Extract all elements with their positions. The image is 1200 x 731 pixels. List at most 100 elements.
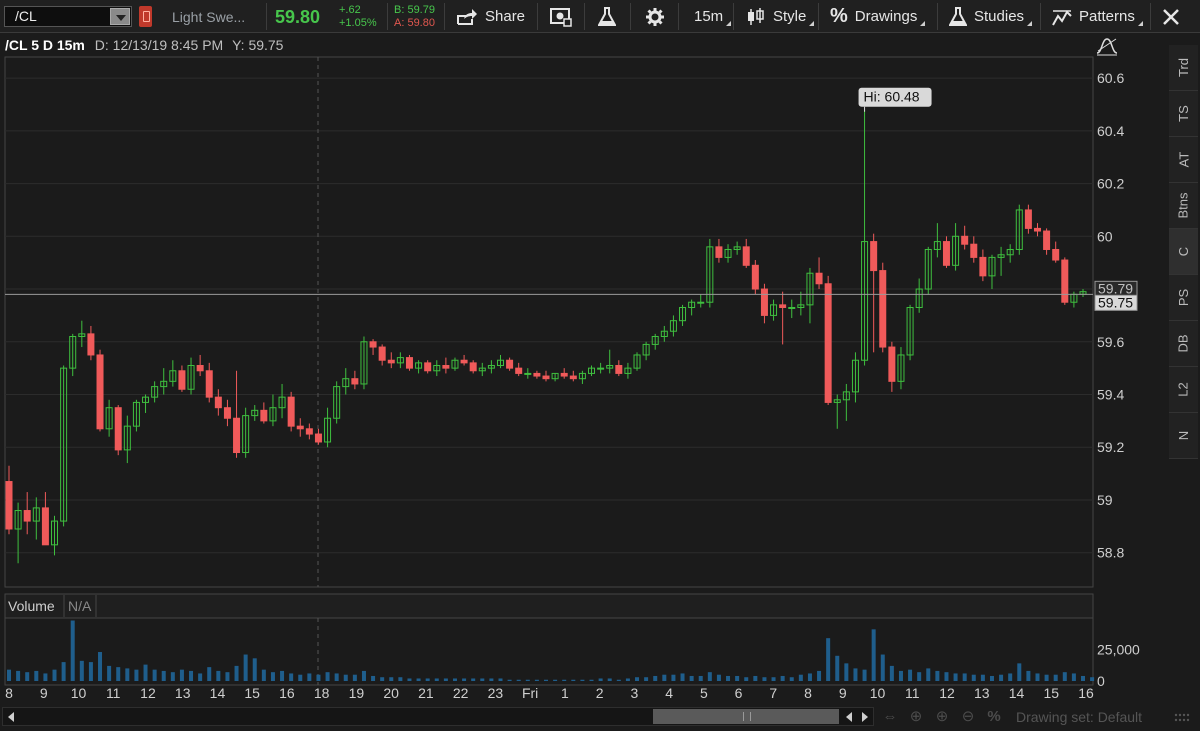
- zoom-in-icon[interactable]: ⊕: [932, 707, 952, 727]
- volume-bar: [170, 672, 175, 681]
- candle-down: [533, 372, 541, 377]
- x-tick-label: 14: [1009, 685, 1025, 701]
- share-icon: [457, 8, 477, 25]
- volume-bar: [70, 620, 75, 681]
- settings-button[interactable]: [645, 0, 665, 33]
- volume-bar: [753, 675, 758, 681]
- studies-label: Studies: [974, 8, 1025, 25]
- timeframe-label: 15m: [694, 8, 724, 25]
- chart-style-icon[interactable]: [1096, 36, 1118, 56]
- share-button[interactable]: Share: [456, 0, 525, 33]
- volume-bar: [889, 665, 894, 681]
- candle-down: [815, 272, 823, 285]
- scroll-right-icon[interactable]: [861, 712, 869, 722]
- volume-bar: [452, 678, 457, 681]
- volume-bar: [389, 677, 394, 681]
- candle-down: [469, 362, 477, 372]
- tab-ts[interactable]: TS: [1169, 91, 1198, 137]
- tab-label: PS: [1176, 288, 1191, 307]
- price-chart[interactable]: 60.660.460.26059.859.659.459.25958.859.7…: [0, 33, 1166, 705]
- candle-up: [697, 301, 705, 304]
- drawing-set-label[interactable]: Drawing set: Default: [1016, 709, 1142, 725]
- resize-grip-icon[interactable]: [1172, 712, 1194, 724]
- price-bubble-label: 59.75: [1098, 294, 1133, 310]
- x-tick-label: 21: [418, 685, 434, 701]
- candle-down: [351, 378, 359, 385]
- timeframe-button[interactable]: 15m: [694, 0, 732, 33]
- tab-l2[interactable]: L2: [1169, 367, 1198, 413]
- volume-bar: [34, 670, 39, 681]
- volume-bar: [462, 678, 467, 681]
- candle-down: [1033, 227, 1041, 232]
- candle-down: [233, 417, 241, 454]
- symbol-dropdown-button[interactable]: [110, 8, 130, 25]
- tab-at[interactable]: AT: [1169, 137, 1198, 183]
- x-tick-label: 6: [735, 685, 743, 701]
- candle-down: [424, 362, 432, 372]
- tab-n[interactable]: N: [1169, 413, 1198, 459]
- y-tick-label: 60.6: [1097, 70, 1124, 86]
- volume-bar: [425, 678, 430, 681]
- link-icon[interactable]: [139, 6, 152, 27]
- x-tick-label: 20: [383, 685, 399, 701]
- volume-tick-label: 0: [1097, 673, 1105, 689]
- volume-bar: [270, 672, 275, 681]
- volume-bar: [935, 670, 940, 681]
- volume-bar: [662, 674, 667, 681]
- volume-bar: [88, 662, 93, 681]
- tab-c[interactable]: C: [1169, 229, 1198, 275]
- tab-db[interactable]: DB: [1169, 321, 1198, 367]
- price-pane[interactable]: [4, 56, 1094, 588]
- volume-bar: [289, 673, 294, 681]
- x-tick-label: 13: [175, 685, 191, 701]
- candle-down: [979, 256, 987, 277]
- percent-icon[interactable]: %: [984, 707, 1004, 727]
- volume-bar: [953, 673, 958, 681]
- volume-bar: [580, 679, 585, 681]
- zoom-out-icon[interactable]: ⊖: [958, 707, 978, 727]
- candle-down: [506, 359, 514, 369]
- volume-bar: [1053, 674, 1058, 681]
- crosshair-icon[interactable]: ⊕: [906, 707, 926, 727]
- candle-down: [715, 246, 723, 258]
- x-tick-label: 19: [349, 685, 365, 701]
- drawings-button[interactable]: % Drawings: [830, 0, 926, 33]
- candle-down: [5, 481, 13, 530]
- candle-down: [96, 354, 104, 430]
- expand-icon[interactable]: ⇔: [880, 707, 900, 727]
- x-tick-label: 8: [5, 685, 13, 701]
- volume-bar: [908, 669, 913, 681]
- volume-bar: [562, 679, 567, 681]
- close-button[interactable]: [1160, 0, 1182, 33]
- volume-bar: [1017, 663, 1022, 681]
- tab-trd[interactable]: Trd: [1169, 45, 1198, 91]
- volume-bar: [589, 679, 594, 681]
- studies-button[interactable]: Studies: [949, 0, 1033, 33]
- candle-down: [178, 370, 186, 390]
- volume-bar: [525, 679, 530, 681]
- horizontal-scrollbar[interactable]: [2, 707, 874, 726]
- date-readout: D: 12/13/19 8:45 PM: [94, 37, 224, 53]
- candle-down: [751, 264, 759, 290]
- tab-ps[interactable]: PS: [1169, 275, 1198, 321]
- volume-bar: [125, 668, 130, 681]
- y-tick-label: 58.8: [1097, 545, 1124, 561]
- scroll-left-step-icon[interactable]: [845, 712, 853, 722]
- tab-btns[interactable]: Btns: [1169, 183, 1198, 229]
- candle-down: [569, 375, 577, 380]
- flask-button[interactable]: [598, 0, 616, 33]
- symbol-input[interactable]: /CL: [4, 6, 132, 27]
- volume-bar: [43, 673, 48, 681]
- style-button[interactable]: Style: [746, 0, 815, 33]
- snapshot-button[interactable]: [550, 0, 572, 33]
- volume-bar: [680, 673, 685, 681]
- scroll-left-icon[interactable]: [7, 712, 15, 722]
- candle-down: [442, 365, 450, 369]
- patterns-button[interactable]: Patterns: [1052, 0, 1143, 33]
- volume-bar: [698, 675, 703, 681]
- volume-bar: [152, 669, 157, 681]
- tab-label: TS: [1176, 105, 1191, 122]
- x-tick-label: 14: [210, 685, 226, 701]
- symbol-text: /CL: [15, 8, 37, 24]
- screenshot-icon: [550, 7, 572, 27]
